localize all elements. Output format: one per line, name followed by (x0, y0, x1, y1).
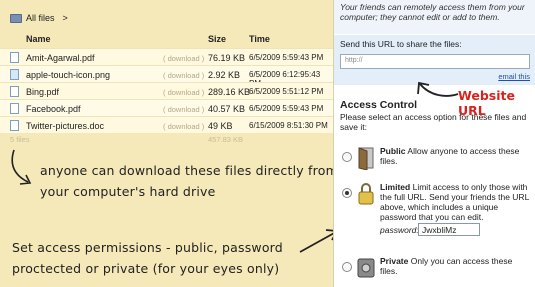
file-size: 76.19 KB (208, 53, 246, 63)
table-row[interactable]: Twitter-pictures.doc ( download ) 49 KB … (0, 116, 333, 133)
open-door-icon (358, 147, 374, 170)
file-size: 40.57 KB (208, 104, 246, 114)
files-panel: All files > Name Size Time Amit-Agarwal.… (0, 0, 339, 287)
table-header: Name Size Time (0, 32, 333, 47)
download-link[interactable]: ( download ) (163, 88, 204, 97)
folder-icon (10, 13, 22, 23)
limited-option-label: Limited (380, 182, 411, 192)
curved-arrow-left-icon (417, 81, 459, 97)
file-size: 49 KB (208, 121, 233, 131)
private-radio[interactable] (342, 262, 352, 272)
table-row[interactable]: Facebook.pdf ( download ) 40.57 KB 6/5/2… (0, 99, 333, 116)
column-header-name[interactable]: Name (26, 34, 51, 44)
file-time: 6/5/2009 5:51:12 PM (249, 87, 324, 96)
private-option-text: Private Only you can access these files. (380, 256, 530, 276)
file-count: 5 files (10, 135, 30, 144)
share-intro: Your friends can remotely access them fr… (334, 0, 535, 34)
pdf-file-icon (10, 86, 19, 97)
breadcrumb[interactable]: All files > (10, 10, 68, 26)
password-field[interactable]: JwxbliMz (418, 223, 480, 236)
share-panel: Your friends can remotely access them fr… (333, 0, 535, 287)
curved-arrow-icon (11, 149, 32, 185)
table-row[interactable]: apple-touch-icon.png ( download ) 2.92 K… (0, 65, 333, 88)
padlock-icon (358, 183, 374, 205)
public-radio[interactable] (342, 152, 352, 162)
share-url-label: Send this URL to share the files: (340, 39, 462, 49)
share-url-field[interactable]: http:// (340, 54, 530, 69)
column-header-time[interactable]: Time (249, 34, 270, 44)
public-option-text: Public Allow anyone to access these file… (380, 146, 530, 166)
doc-file-icon (10, 120, 19, 131)
file-size: 289.16 KB (208, 87, 251, 97)
file-time: 6/5/2009 5:59:43 PM (249, 53, 324, 62)
file-name[interactable]: Twitter-pictures.doc (26, 121, 104, 131)
table-summary: 5 files 457.83 KB (0, 134, 333, 146)
table-row[interactable]: Amit-Agarwal.pdf ( download ) 76.19 KB 6… (0, 48, 333, 65)
pdf-file-icon (10, 103, 19, 114)
public-option-label: Public (380, 146, 406, 156)
email-this-link[interactable]: email this (498, 72, 530, 81)
image-file-icon (10, 69, 19, 80)
download-link[interactable]: ( download ) (163, 122, 204, 131)
limited-option-text: Limited Limit access to only those with … (380, 182, 530, 222)
file-name[interactable]: apple-touch-icon.png (26, 70, 110, 80)
breadcrumb-separator: > (62, 13, 68, 23)
download-note: anyone can download these files directly… (40, 163, 338, 199)
column-header-size[interactable]: Size (208, 34, 226, 44)
file-name[interactable]: Facebook.pdf (26, 104, 81, 114)
file-time: 6/15/2009 8:51:30 PM (249, 121, 328, 130)
pdf-file-icon (10, 52, 19, 63)
safe-icon (357, 258, 375, 278)
download-link[interactable]: ( download ) (163, 105, 204, 114)
table-row[interactable]: Bing.pdf ( download ) 289.16 KB 6/5/2009… (0, 82, 333, 99)
permission-note: Set access permissions - public, passwor… (12, 240, 283, 276)
file-table: Amit-Agarwal.pdf ( download ) 76.19 KB 6… (0, 48, 333, 133)
download-link[interactable]: ( download ) (163, 71, 204, 80)
private-option-label: Private (380, 256, 409, 266)
file-time: 6/5/2009 5:59:43 PM (249, 104, 324, 113)
total-size: 457.83 KB (208, 135, 244, 144)
file-name[interactable]: Bing.pdf (26, 87, 59, 97)
file-size: 2.92 KB (208, 70, 241, 80)
access-control-title: Access Control (340, 99, 418, 111)
file-name[interactable]: Amit-Agarwal.pdf (26, 53, 95, 63)
limited-radio[interactable] (342, 188, 352, 198)
download-link[interactable]: ( download ) (163, 54, 204, 63)
password-label: password: (380, 225, 419, 235)
breadcrumb-label[interactable]: All files (26, 13, 55, 23)
website-url-note: Website URL (458, 88, 515, 118)
